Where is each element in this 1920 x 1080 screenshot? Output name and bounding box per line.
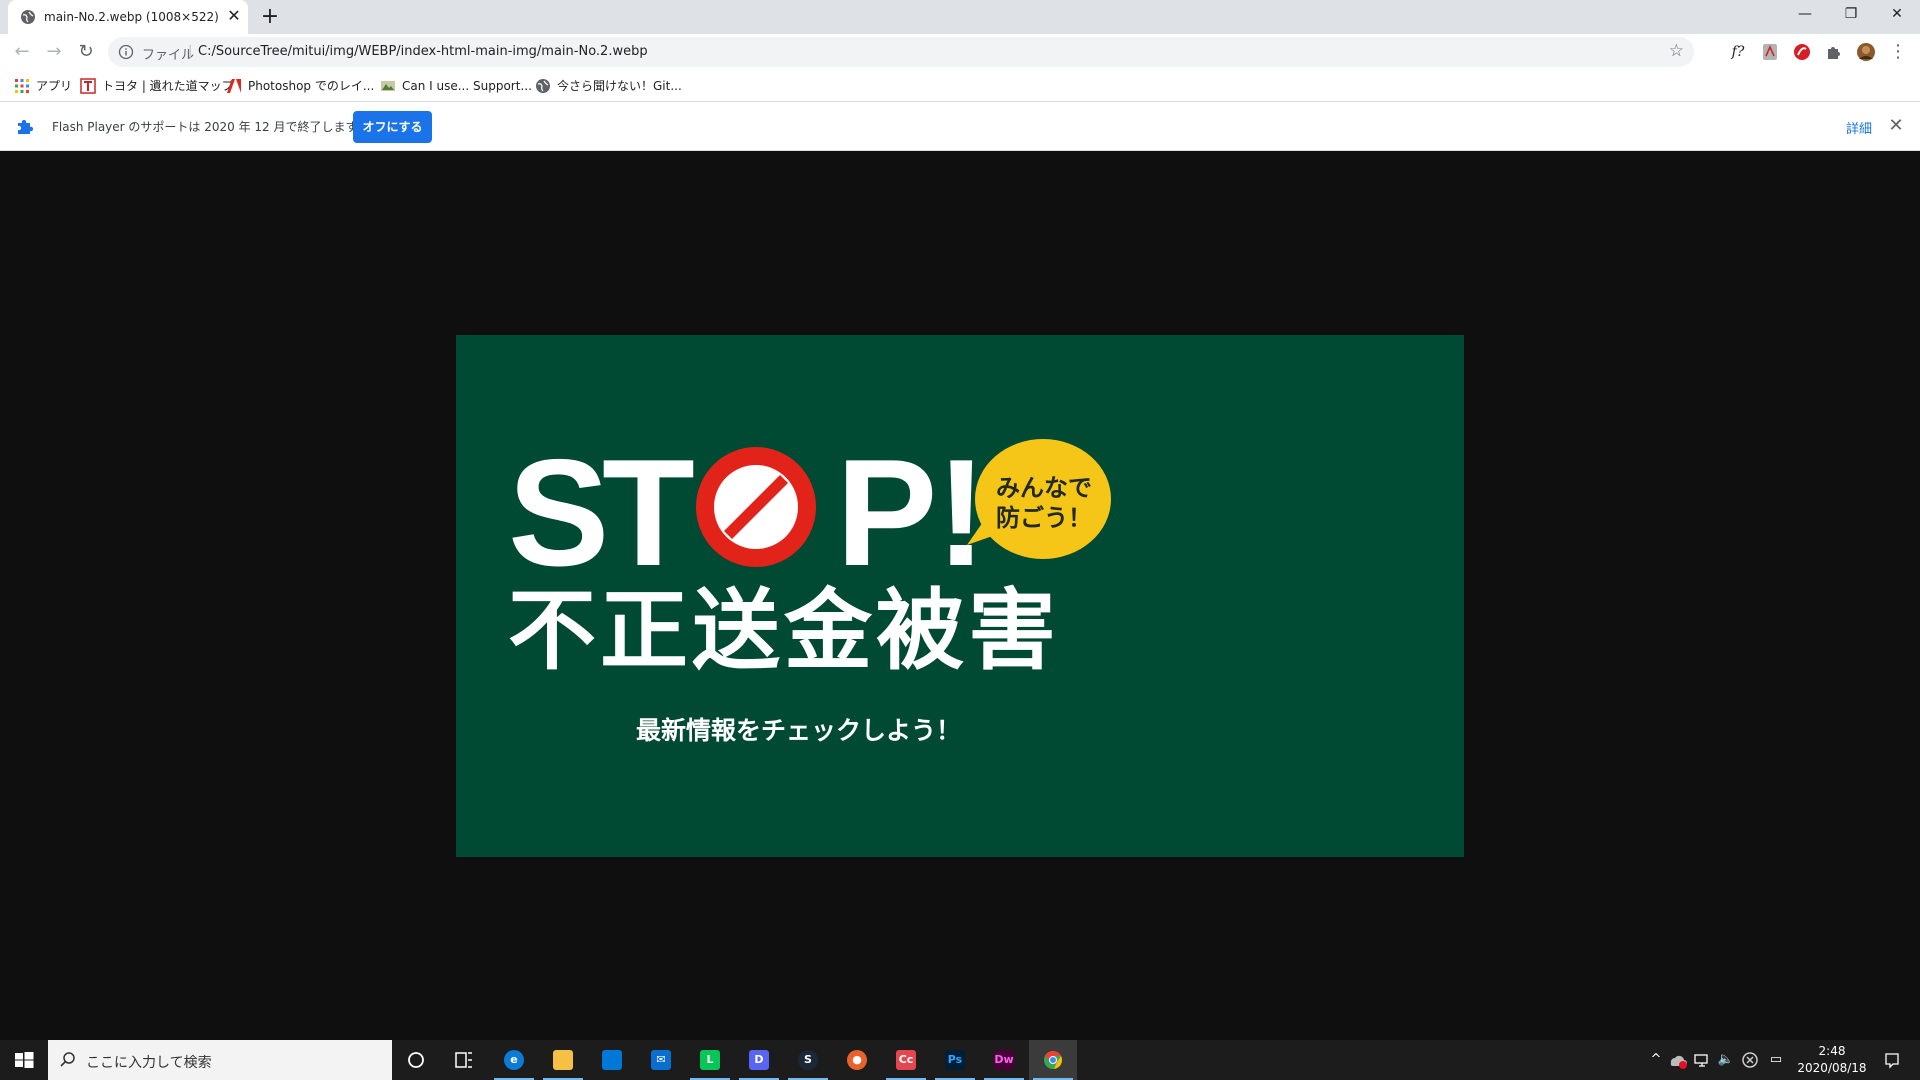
omnibox-separator: | <box>188 44 193 59</box>
bookmark-photoshop[interactable]: Photoshop でのレイ... <box>226 76 374 96</box>
bookmarks-bar: アプリ トヨタ | 遺れた道マップ Photoshop でのレイ... Can … <box>0 70 1920 102</box>
dreamweaver-app[interactable]: Dw <box>980 1040 1028 1080</box>
taskbar-clock[interactable]: 2:48 2020/08/18 <box>1788 1043 1876 1077</box>
steam-app[interactable]: S <box>784 1040 832 1080</box>
caniuse-icon <box>381 80 395 91</box>
globe-icon <box>536 78 550 93</box>
cortana-icon[interactable] <box>392 1040 440 1080</box>
infobar-message: Flash Player のサポートは 2020 年 12 月で終了します。 <box>52 120 369 134</box>
bookmark-git[interactable]: 今さら聞けない！Git... <box>535 76 682 96</box>
forward-button[interactable]: → <box>42 40 66 64</box>
discord-app[interactable]: D <box>735 1040 783 1080</box>
minimize-button[interactable]: — <box>1788 0 1822 30</box>
windows-taskbar: ここに入力して検索 e ✉ L D S ● Cc Ps Dw ^ 🔈 ▭ 2:4… <box>0 1040 1920 1080</box>
photoshop-app[interactable]: Ps <box>931 1040 979 1080</box>
folder-icon <box>553 1050 573 1070</box>
network-icon[interactable] <box>1692 1050 1712 1070</box>
maps-app[interactable]: ● <box>833 1040 881 1080</box>
action-center-icon[interactable] <box>1880 1050 1904 1070</box>
explorer-app[interactable] <box>539 1040 587 1080</box>
red-extension-icon[interactable] <box>1792 42 1812 62</box>
url-text[interactable]: C:/SourceTree/mitui/img/WEBP/index-html-… <box>198 44 648 59</box>
stop-letter-p: P <box>836 428 937 598</box>
bookmark-star-icon[interactable]: ☆ <box>1669 41 1684 61</box>
tab-title: main-No.2.webp (1008×522) <box>44 10 219 24</box>
details-link[interactable]: 詳細 <box>1846 118 1872 137</box>
font-extension-icon[interactable]: f? <box>1728 42 1748 62</box>
mail-app[interactable]: ✉ <box>637 1040 685 1080</box>
no-entry-sign-icon <box>696 447 816 567</box>
stop-letter-t: T <box>602 428 695 598</box>
edge-icon: e <box>504 1050 524 1070</box>
clock-date: 2020/08/18 <box>1797 1061 1867 1075</box>
image-viewer: S T P ! みんなで 防ごう！ 不正送金被害 最新情報をチェックしよう！ <box>0 151 1920 1040</box>
mail-icon: ✉ <box>651 1050 671 1070</box>
infobar-close-icon[interactable]: ✕ <box>1884 114 1908 138</box>
edge-app[interactable]: e <box>490 1040 538 1080</box>
bubble-line-1: みんなで <box>996 474 1092 502</box>
flash-infobar: Flash Player のサポートは 2020 年 12 月で終了します。 オ… <box>0 102 1920 151</box>
volume-icon[interactable]: 🔈 <box>1716 1050 1736 1070</box>
store-bag-icon <box>602 1050 622 1070</box>
browser-toolbar: ← → ↻ ファイル | C:/SourceTree/mitui/img/WEB… <box>0 34 1920 70</box>
steam-icon: S <box>798 1050 818 1070</box>
onedrive-error-icon[interactable] <box>1668 1050 1688 1070</box>
task-view-icon[interactable] <box>440 1040 488 1080</box>
banner-subheading: 最新情報をチェックしよう！ <box>636 716 962 745</box>
tab-strip: main-No.2.webp (1008×522) ✕ + — ❐ ✕ <box>0 0 1920 34</box>
restore-button[interactable]: ❐ <box>1834 0 1868 30</box>
globe-icon <box>21 10 35 24</box>
stop-letter-s: S <box>508 428 609 598</box>
dreamweaver-icon: Dw <box>994 1050 1014 1070</box>
search-placeholder: ここに入力して検索 <box>86 1055 212 1071</box>
reload-button[interactable]: ↻ <box>74 40 98 64</box>
clock-time: 2:48 <box>1818 1044 1846 1058</box>
address-bar[interactable]: ファイル | C:/SourceTree/mitui/img/WEBP/inde… <box>108 37 1694 67</box>
bookmark-toyota[interactable]: トヨタ | 遺れた道マップ <box>80 76 234 96</box>
tray-chevron-icon[interactable]: ^ <box>1646 1050 1666 1070</box>
adobe-icon <box>227 78 241 93</box>
start-button[interactable] <box>0 1040 48 1080</box>
blocked-icon[interactable] <box>1740 1050 1760 1070</box>
banner-main-heading: 不正送金被害 <box>508 579 1061 682</box>
line-icon: L <box>700 1050 720 1070</box>
creative-cloud-icon: Cc <box>896 1050 916 1070</box>
extensions-puzzle-icon[interactable] <box>1824 42 1844 62</box>
bookmark-label: トヨタ | 遺れた道マップ <box>102 79 234 93</box>
apps-grid-icon <box>15 78 29 93</box>
puzzle-icon <box>18 119 34 134</box>
turn-off-button[interactable]: オフにする <box>353 111 432 143</box>
scheme-label: ファイル <box>142 48 195 63</box>
line-app[interactable]: L <box>686 1040 734 1080</box>
search-icon <box>60 1052 75 1067</box>
bubble-line-2: 防ごう！ <box>996 504 1092 532</box>
back-button[interactable]: ← <box>10 40 34 64</box>
notification-bell-icon[interactable]: ▭ <box>1766 1050 1786 1070</box>
chrome-icon <box>1044 1051 1062 1069</box>
taskbar-search[interactable]: ここに入力して検索 <box>48 1040 392 1080</box>
stop-fraud-banner-image: S T P ! みんなで 防ごう！ 不正送金被害 最新情報をチェックしよう！ <box>456 335 1464 857</box>
bookmark-apps[interactable]: アプリ <box>14 76 72 96</box>
map-pin-icon: ● <box>847 1050 867 1070</box>
bookmark-label: Photoshop でのレイ... <box>248 79 375 93</box>
close-window-button[interactable]: ✕ <box>1880 0 1914 30</box>
browser-menu-icon[interactable]: ⋮ <box>1888 42 1908 62</box>
bookmark-caniuse[interactable]: Can I use... Support... <box>380 76 532 96</box>
creative-cloud-app[interactable]: Cc <box>882 1040 930 1080</box>
store-app[interactable] <box>588 1040 636 1080</box>
tab-close-icon[interactable]: ✕ <box>224 6 244 26</box>
pdf-extension-icon[interactable] <box>1760 42 1780 62</box>
info-icon[interactable] <box>118 44 134 60</box>
bubble-text: みんなで 防ごう！ <box>979 473 1109 533</box>
chrome-app[interactable] <box>1029 1040 1077 1080</box>
browser-tab[interactable]: main-No.2.webp (1008×522) ✕ <box>8 0 248 34</box>
bookmark-label: Can I use... Support... <box>402 79 532 93</box>
profile-avatar[interactable] <box>1856 42 1876 62</box>
bookmark-label: アプリ <box>36 79 73 93</box>
discord-icon: D <box>749 1050 769 1070</box>
toyota-t-icon <box>80 77 96 94</box>
new-tab-button[interactable]: + <box>258 6 282 30</box>
bookmark-label: 今さら聞けない！Git... <box>557 79 682 93</box>
photoshop-icon: Ps <box>945 1050 965 1070</box>
